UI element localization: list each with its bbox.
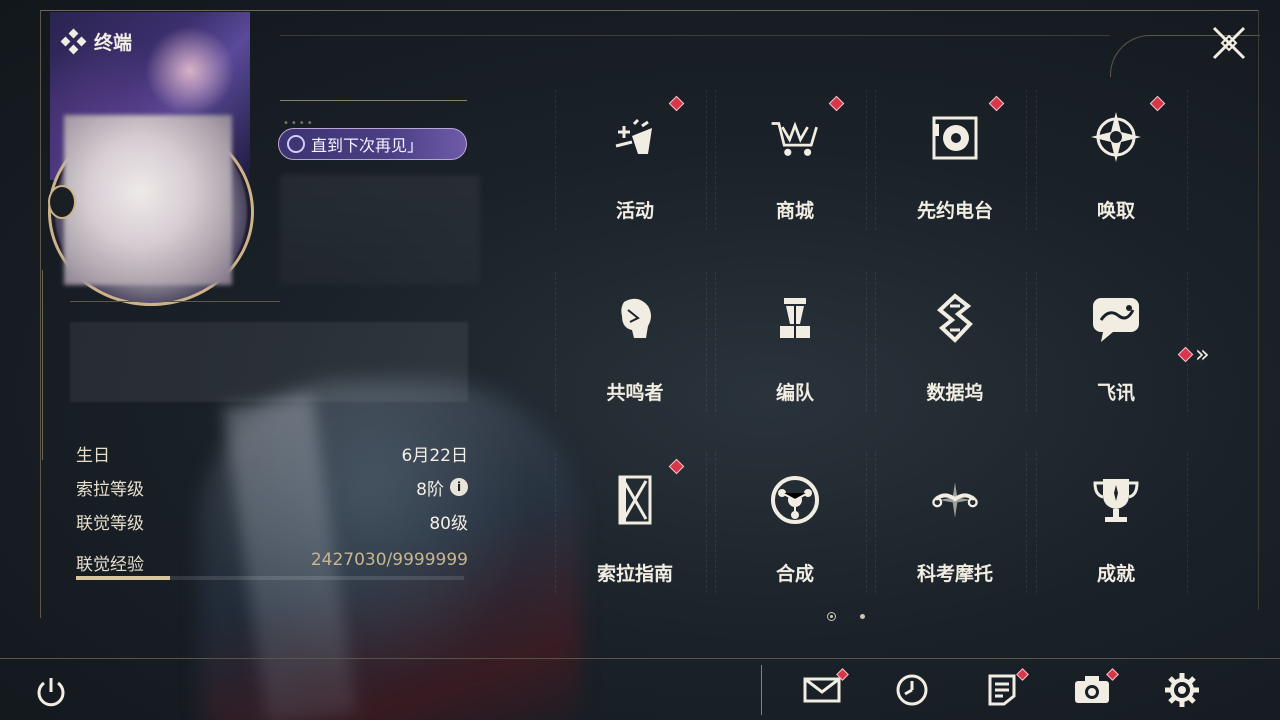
profile-separator [70,301,280,302]
terminal-diamond-icon [60,28,87,54]
menu-tile-label: 数据坞 [926,382,984,404]
menu-tile-label: 科考摩托 [916,563,993,585]
menu-tile-motorbike[interactable]: 科考摩托 [875,453,1035,633]
menu-tile-label: 合成 [775,563,814,585]
settings-gear-button[interactable] [1160,670,1204,714]
player-bio-blurred[interactable] [70,322,468,402]
resonator-head-icon [608,292,662,346]
page-dot-2[interactable] [860,614,865,619]
menu-tile-label: 商城 [775,200,814,222]
menu-tile-trophy[interactable]: 成就 [1036,453,1196,633]
menu-tile-resonator-head[interactable]: 共鸣者 [555,272,715,452]
radio-record-icon [928,110,982,164]
menu-tile-label: 成就 [1096,563,1135,585]
activity-icon [608,110,662,164]
next-page-button[interactable]: » [1177,340,1210,368]
menu-tile-label: 共鸣者 [606,382,664,404]
signature-text: 直到下次再见」 [311,136,424,155]
menu-tile-label: 唤取 [1096,200,1135,222]
info-row-union-level: 联觉等级 80级 [76,504,468,538]
clock-button[interactable] [890,670,934,714]
camera-icon [1072,673,1112,711]
close-button[interactable] [1208,22,1250,64]
sol-level-value: 8阶 [416,479,444,500]
menu-tile-shop-cart[interactable]: 商城 [715,90,875,270]
name-divider [280,100,467,101]
notes-button[interactable] [980,668,1029,714]
union-exp-fill [76,576,171,580]
compass-star-icon [1089,110,1143,164]
synthesis-icon [768,473,822,527]
menu-tile-synthesis[interactable]: 合成 [715,453,875,633]
menu-tile-compass-star[interactable]: 唤取 [1036,90,1196,270]
union-exp-row: 联觉经验 2427030/9999999 [76,550,468,575]
page-dot-1[interactable] [827,612,836,621]
page-indicator [827,612,865,621]
power-icon [37,678,65,707]
bottom-divider [761,665,762,715]
avatar[interactable] [64,115,232,285]
motorbike-icon [928,473,982,527]
double-chevron-right-icon: » [1195,340,1210,368]
menu-tile-label: 飞讯 [1096,382,1135,404]
clock-icon [894,672,930,712]
union-exp-value: 2427030/9999999 [310,550,468,570]
menu-tile-radio-record[interactable]: 先约电台 [875,90,1035,270]
sol-level-label: 索拉等级 [76,479,144,500]
mail-button[interactable] [800,668,849,714]
union-exp-label: 联觉经验 [76,555,144,575]
next-page-badge [1177,346,1194,362]
terminal-title-text: 终端 [94,32,133,54]
mail-icon [802,674,842,710]
data-dock-icon [928,292,982,346]
guide-book-icon [608,473,662,527]
close-icon [1212,26,1246,60]
menu-tile-chess-team[interactable]: 编队 [715,272,875,452]
chess-team-icon [768,292,822,346]
terminal-title: 终端 [60,28,133,55]
profile-info: 生日 6月22日 索拉等级 8阶 i 联觉等级 80级 [76,436,468,538]
signature-icon [287,135,305,153]
menu-tile-label: 索拉指南 [596,563,673,585]
info-row-birthday: 生日 6月22日 [76,436,468,470]
settings-gear-icon [1163,671,1201,713]
menu-tile-chat-message[interactable]: 飞讯 [1036,272,1196,452]
chat-message-icon [1089,292,1143,346]
menu-tile-label: 先约电台 [916,200,993,222]
menu-tile-label: 编队 [775,382,814,404]
frame-line-mid [280,35,1110,36]
camera-button[interactable] [1070,668,1119,714]
menu-tile-activity[interactable]: 活动 [555,90,715,270]
notes-icon [986,672,1018,712]
frame-line-right [1258,10,1259,610]
menu-tile-data-dock[interactable]: 数据坞 [875,272,1035,452]
union-level-value: 80级 [429,513,468,534]
menu-tile-label: 活动 [615,200,654,222]
birthday-label: 生日 [76,445,110,466]
player-name-blurred [280,175,480,285]
union-level-label: 联觉等级 [76,513,144,534]
avatar-switch-button[interactable] [48,185,76,219]
menu-tile-guide-book[interactable]: 索拉指南 [555,453,715,633]
info-row-sol-level: 索拉等级 8阶 i [76,470,468,504]
shop-cart-icon [768,110,822,164]
frame-line-left-inner [42,270,43,460]
power-button[interactable] [33,674,69,710]
trophy-icon [1089,473,1143,527]
signature-badge[interactable]: 直到下次再见」 [278,128,467,160]
frame-line-left [40,10,41,618]
birthday-value: 6月22日 [401,445,468,466]
info-icon[interactable]: i [450,478,468,496]
frame-line-top [40,10,1258,11]
